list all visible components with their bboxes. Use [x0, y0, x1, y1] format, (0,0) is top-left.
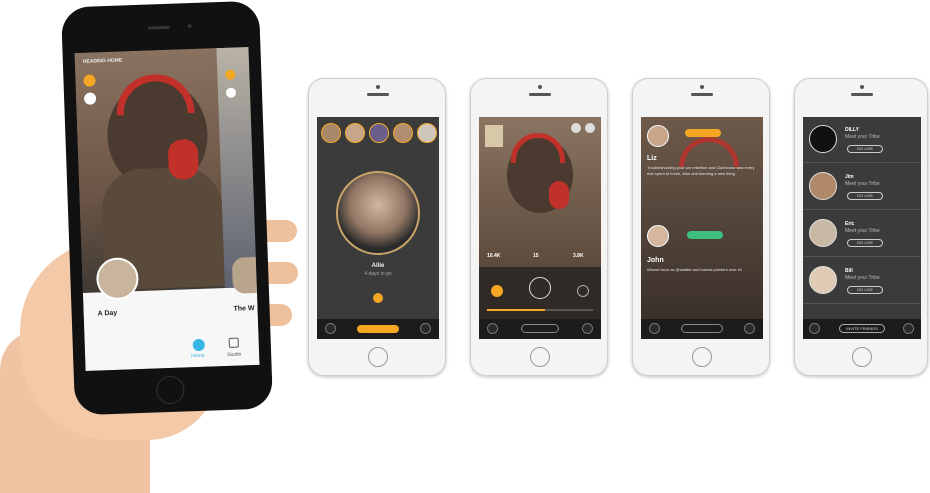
story-avatar-3[interactable]	[369, 123, 389, 143]
listen-icon[interactable]	[373, 293, 383, 303]
progress-bar[interactable]	[487, 309, 593, 311]
list-item-sub: Meet your Tribe	[845, 228, 880, 234]
stat-1: 10.4K	[487, 253, 501, 259]
go-live-button[interactable]: GO LIVE	[847, 239, 883, 247]
phone-3: 10.4K 15 3.8K	[470, 78, 608, 376]
stat-3: 3.8K	[573, 253, 584, 259]
phone-5: DILLY Meet your Tribe GO LIVE Jim Meet y…	[794, 78, 928, 376]
phone-home-button[interactable]	[155, 375, 185, 405]
go-live-button[interactable]: GO LIVE	[847, 286, 883, 294]
comment-avatar-2[interactable]	[647, 225, 669, 247]
headphones-ear	[549, 181, 569, 209]
avatar	[809, 266, 837, 294]
comment-avatar-1[interactable]	[647, 125, 669, 147]
peek-avatar[interactable]	[231, 256, 258, 294]
list-item-name: Jim	[845, 174, 854, 180]
follow-button-2[interactable]	[687, 231, 723, 239]
phone-4: Liz Troubleshooting your car rebellion a…	[632, 78, 770, 376]
comment-text-1: Troubleshooting your car rebellion and C…	[647, 165, 755, 176]
phone-home-button[interactable]	[530, 347, 550, 367]
avatar	[809, 172, 837, 200]
story-avatar-2[interactable]	[345, 123, 365, 143]
phone-speaker	[367, 93, 389, 96]
phone-speaker	[691, 93, 713, 96]
primary-action-button[interactable]	[681, 324, 723, 333]
like-icon[interactable]	[491, 285, 503, 297]
card-panel	[82, 286, 260, 371]
bottom-bar	[641, 319, 763, 339]
invite-friends-button[interactable]: INVITE FRIENDS	[839, 324, 885, 333]
card-title-peek: The W	[233, 305, 255, 313]
right-action-icon[interactable]	[420, 323, 431, 334]
stat-2: 15	[533, 253, 539, 259]
bottom-bar: INVITE FRIENDS	[803, 319, 921, 339]
go-live-button[interactable]: GO LIVE	[847, 145, 883, 153]
progress-fill	[487, 309, 546, 311]
list-item-name: Eric	[845, 221, 855, 227]
story-avatar-5[interactable]	[417, 123, 437, 143]
user-subtitle: 4 days to go	[364, 271, 392, 277]
avatar	[809, 219, 837, 247]
phone-camera	[538, 85, 542, 89]
phone-home-button[interactable]	[852, 347, 872, 367]
comment-user-1: Liz	[647, 155, 657, 162]
phone-camera	[860, 85, 864, 89]
list-item-name: DILLY	[845, 127, 859, 133]
right-action-icon[interactable]	[744, 323, 755, 334]
list-item[interactable]: DILLY Meet your Tribe GO LIVE	[803, 117, 921, 163]
nav-studio-label[interactable]: Studio	[227, 351, 241, 357]
phone-camera	[700, 85, 704, 89]
phone-2-screen: Allie 4 days to go	[317, 117, 439, 339]
next-icon[interactable]	[577, 285, 589, 297]
phone-5-screen: DILLY Meet your Tribe GO LIVE Jim Meet y…	[803, 117, 921, 339]
user-name: Allie	[371, 263, 385, 269]
phone-2: Allie 4 days to go	[308, 78, 446, 376]
primary-action-button[interactable]	[521, 324, 559, 333]
left-action-icon[interactable]	[649, 323, 660, 334]
play-pause-button[interactable]	[529, 277, 551, 299]
wall-poster	[485, 125, 503, 147]
list-item[interactable]: Eric Meet your Tribe GO LIVE	[803, 211, 921, 257]
comment-text-2: Whose truck as @seattle and tutorial poi…	[647, 267, 743, 272]
list-item[interactable]: Bill Meet your Tribe GO LIVE	[803, 258, 921, 304]
list-item-sub: Meet your Tribe	[845, 275, 880, 281]
phone-speaker	[147, 25, 170, 30]
nav-home-label[interactable]: Home	[191, 353, 205, 359]
left-action-icon[interactable]	[809, 323, 820, 334]
main-phone-screen: HEADING HOME A Day The W Home Studio	[74, 47, 260, 371]
bottom-bar	[317, 319, 439, 339]
phone-camera	[187, 24, 192, 29]
story-avatar-4[interactable]	[393, 123, 413, 143]
bottom-bar	[479, 319, 601, 339]
comment-user-2: John	[647, 257, 664, 264]
share-icon[interactable]	[571, 123, 581, 133]
phone-4-screen: Liz Troubleshooting your car rebellion a…	[641, 117, 763, 339]
left-action-icon[interactable]	[325, 323, 336, 334]
list-item[interactable]: Jim Meet your Tribe GO LIVE	[803, 164, 921, 210]
list-item-name: Bill	[845, 268, 853, 274]
right-action-icon[interactable]	[582, 323, 593, 334]
list-item-sub: Meet your Tribe	[845, 134, 880, 140]
card-title: A Day	[97, 309, 118, 318]
phone-speaker	[851, 93, 873, 96]
left-action-icon[interactable]	[487, 323, 498, 334]
story-avatar-1[interactable]	[321, 123, 341, 143]
right-action-icon[interactable]	[903, 323, 914, 334]
follow-button-1[interactable]	[685, 129, 721, 137]
phone-home-button[interactable]	[692, 347, 712, 367]
list-item-sub: Meet your Tribe	[845, 181, 880, 187]
main-phone: HEADING HOME A Day The W Home Studio	[60, 0, 274, 416]
close-icon[interactable]	[585, 123, 595, 133]
phone-3-screen: 10.4K 15 3.8K	[479, 117, 601, 339]
headphones-ear	[167, 138, 200, 180]
go-live-button[interactable]: GO LIVE	[847, 192, 883, 200]
profile-photo[interactable]	[336, 171, 420, 255]
phone-home-button[interactable]	[368, 347, 388, 367]
phone-camera	[376, 85, 380, 89]
phone-speaker	[529, 93, 551, 96]
nav-studio-icon[interactable]	[228, 337, 239, 348]
avatar	[809, 125, 837, 153]
primary-action-button[interactable]	[357, 325, 399, 333]
